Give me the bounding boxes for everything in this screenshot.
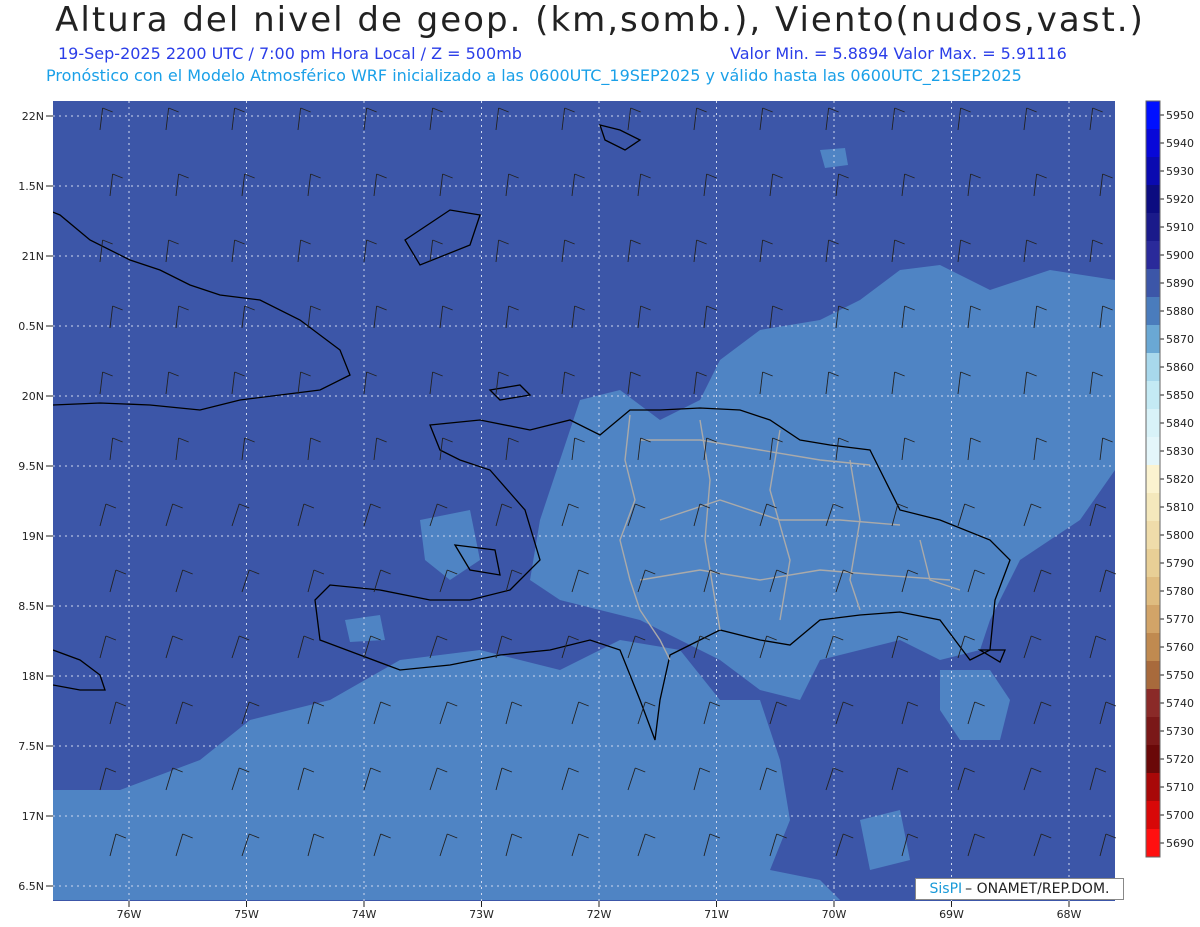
lon-label: 74W: [352, 908, 377, 921]
lat-label: 6.5N: [18, 880, 44, 893]
colorbar-label: 5850: [1166, 389, 1194, 402]
colorbar-swatch: [1146, 129, 1160, 157]
sispi-logo: SisPI: [929, 881, 963, 897]
colorbar-label: 5770: [1166, 613, 1194, 626]
colorbar-swatch: [1146, 577, 1160, 605]
colorbar-swatch: [1146, 465, 1160, 493]
lon-label: 69W: [939, 908, 964, 921]
colorbar-label: 5820: [1166, 473, 1194, 486]
colorbar-label: 5950: [1166, 109, 1194, 122]
colorbar-label: 5880: [1166, 305, 1194, 318]
lon-label: 71W: [704, 908, 729, 921]
colorbar-swatch: [1146, 157, 1160, 185]
colorbar-label: 5840: [1166, 417, 1194, 430]
lon-label: 73W: [469, 908, 494, 921]
lon-label: 76W: [117, 908, 142, 921]
colorbar-label: 5910: [1166, 221, 1194, 234]
colorbar-label: 5810: [1166, 501, 1194, 514]
colorbar-swatch: [1146, 297, 1160, 325]
colorbar-swatch: [1146, 745, 1160, 773]
colorbar-swatch: [1146, 605, 1160, 633]
colorbar-label: 5740: [1166, 697, 1194, 710]
colorbar-swatch: [1146, 829, 1160, 857]
colorbar-swatch: [1146, 325, 1160, 353]
colorbar-label: 5760: [1166, 641, 1194, 654]
colorbar-swatch: [1146, 633, 1160, 661]
lat-label: 18N: [22, 670, 44, 683]
lon-label: 75W: [234, 908, 259, 921]
colorbar-label: 5690: [1166, 837, 1194, 850]
colorbar-label: 5790: [1166, 557, 1194, 570]
colorbar-swatch: [1146, 185, 1160, 213]
latitude-labels: 22N 1.5N 21N 0.5N 20N 9.5N 19N 8.5N 18N 7.5N 17N 6.…: [18, 110, 53, 893]
lat-label: 22N: [22, 110, 44, 123]
colorbar-swatch: [1146, 493, 1160, 521]
colorbar-label: 5940: [1166, 137, 1194, 150]
lon-label: 72W: [587, 908, 612, 921]
colorbar-label: 5830: [1166, 445, 1194, 458]
lat-label: 9.5N: [18, 460, 44, 473]
colorbar-swatch: [1146, 717, 1160, 745]
colorbar-label: 5750: [1166, 669, 1194, 682]
colorbar-swatch: [1146, 409, 1160, 437]
longitude-labels: 76W 75W 74W 73W 72W 71W 70W 69W 68W: [117, 901, 1082, 921]
lat-label: 0.5N: [18, 320, 44, 333]
lat-label: 7.5N: [18, 740, 44, 753]
colorbar-label: 5920: [1166, 193, 1194, 206]
colorbar-label: 5890: [1166, 277, 1194, 290]
geopotential-map: 22N 1.5N 21N 0.5N 20N 9.5N 19N 8.5N 18N 7.5N 17N 6.…: [18, 100, 1194, 921]
colorbar-swatch: [1146, 241, 1160, 269]
lat-label: 1.5N: [18, 180, 44, 193]
colorbar-swatch: [1146, 213, 1160, 241]
colorbar-swatch: [1146, 801, 1160, 829]
lon-label: 68W: [1057, 908, 1082, 921]
colorbar-label: 5930: [1166, 165, 1194, 178]
colorbar-swatch: [1146, 269, 1160, 297]
colorbar-swatch: [1146, 661, 1160, 689]
colorbar-swatch: [1146, 381, 1160, 409]
colorbar-label: 5780: [1166, 585, 1194, 598]
colorbar-swatch: [1146, 101, 1160, 129]
colorbar-swatch: [1146, 353, 1160, 381]
colorbar: 5950 5940 5930 5920 5910 5900 5890 5880 5870 5860…: [1145, 100, 1194, 858]
colorbar-label: 5700: [1166, 809, 1194, 822]
credit-text: – ONAMET/REP.DOM.: [965, 881, 1110, 897]
colorbar-swatch: [1146, 773, 1160, 801]
lat-label: 21N: [22, 250, 44, 263]
colorbar-swatch: [1146, 689, 1160, 717]
lat-label: 17N: [22, 810, 44, 823]
lat-label: 8.5N: [18, 600, 44, 613]
lon-label: 70W: [822, 908, 847, 921]
lat-label: 20N: [22, 390, 44, 403]
lat-label: 19N: [22, 530, 44, 543]
colorbar-label: 5870: [1166, 333, 1194, 346]
colorbar-label: 5710: [1166, 781, 1194, 794]
colorbar-label: 5730: [1166, 725, 1194, 738]
colorbar-swatch: [1146, 437, 1160, 465]
colorbar-swatch: [1146, 521, 1160, 549]
colorbar-swatch: [1146, 549, 1160, 577]
colorbar-label: 5860: [1166, 361, 1194, 374]
credit-box: SisPI – ONAMET/REP.DOM.: [915, 878, 1124, 900]
colorbar-label: 5900: [1166, 249, 1194, 262]
colorbar-label: 5720: [1166, 753, 1194, 766]
colorbar-label: 5800: [1166, 529, 1194, 542]
